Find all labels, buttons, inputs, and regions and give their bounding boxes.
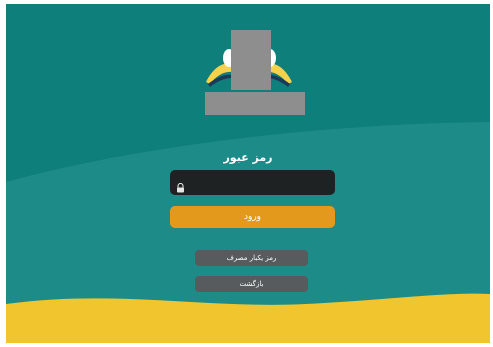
app-logo (205, 30, 305, 115)
password-field[interactable] (170, 170, 335, 195)
login-button[interactable]: ورود (170, 206, 335, 228)
page-title: رمز عبور (223, 151, 273, 164)
lock-icon (176, 178, 185, 192)
otp-button[interactable]: رمز یکبار مصرف (195, 250, 308, 266)
login-screen: رمز عبور ورود رمز یکبار مصرف بازگشت (6, 4, 490, 343)
password-input[interactable] (185, 176, 335, 189)
back-button[interactable]: بازگشت (195, 276, 308, 292)
